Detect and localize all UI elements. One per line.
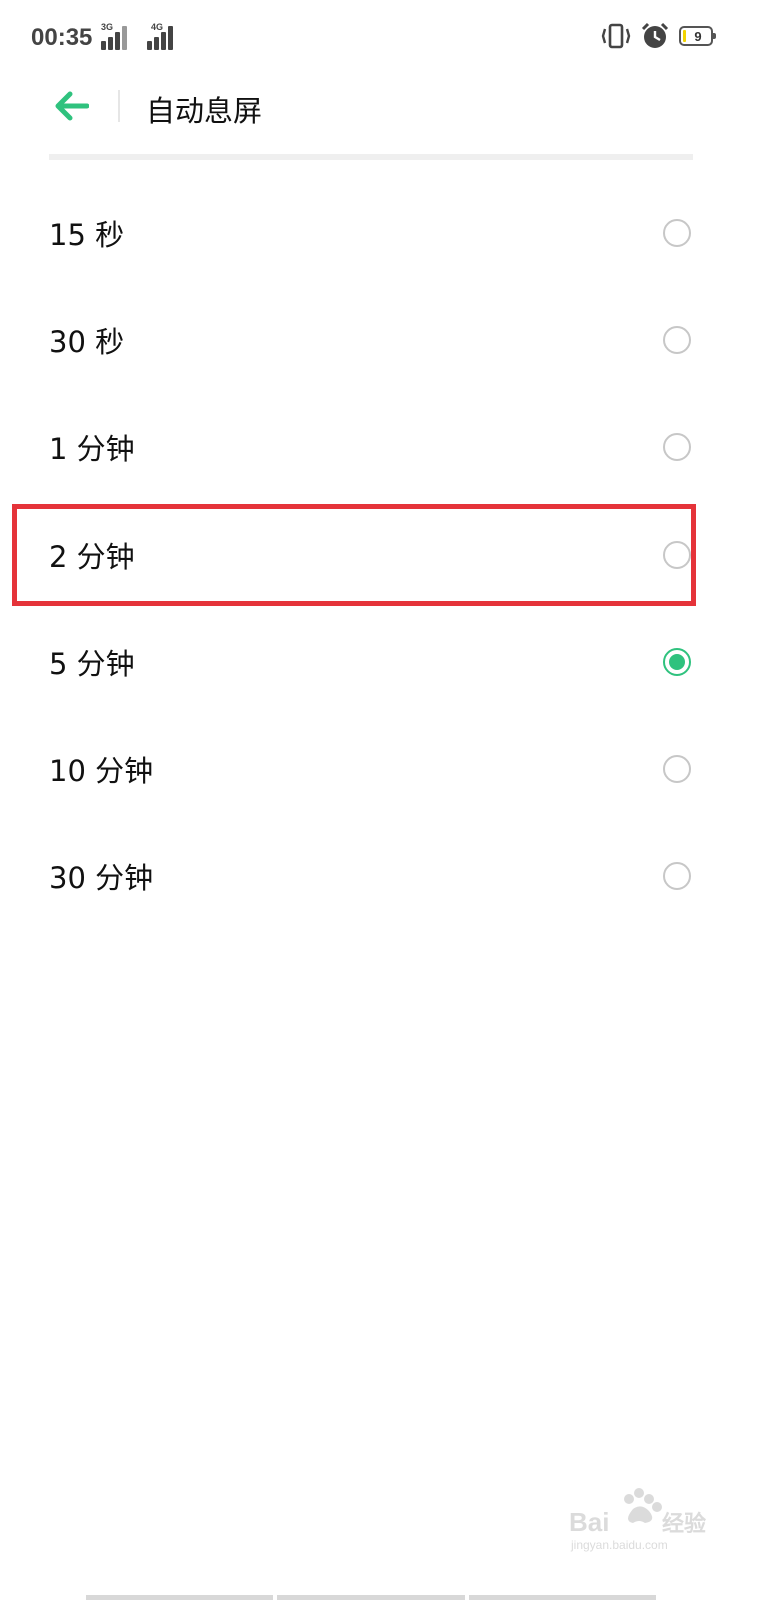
header-divider [118, 90, 120, 122]
signal-3g-icon: 3G [101, 22, 135, 50]
option-label: 1 分钟 [49, 432, 135, 467]
alarm-icon [641, 22, 669, 48]
timeout-option-list: 15 秒 30 秒 1 分钟 2 分钟 5 分钟 10 分钟 30 分钟 [0, 179, 757, 930]
option-5-minutes[interactable]: 5 分钟 [0, 608, 757, 715]
option-15-seconds[interactable]: 15 秒 [0, 179, 757, 286]
signal-4g-label: 4G [151, 22, 164, 32]
svg-text:jingyan.baidu.com: jingyan.baidu.com [570, 1538, 668, 1552]
signal-4g-icon: 4G [147, 22, 181, 50]
signal-3g-label: 3G [101, 22, 114, 32]
option-label: 5 分钟 [49, 646, 135, 681]
option-2-minutes[interactable]: 2 分钟 [0, 501, 757, 608]
status-bar: 00:35 3G 4G 9 [0, 0, 757, 76]
page-title: 自动息屏 [146, 94, 263, 128]
status-time: 00:35 [31, 24, 93, 51]
option-label: 30 秒 [49, 324, 125, 359]
header: 自动息屏 [0, 76, 757, 136]
radio-button-selected[interactable] [663, 647, 691, 676]
battery-level: 9 [694, 28, 702, 44]
option-30-seconds[interactable]: 30 秒 [0, 286, 757, 393]
back-arrow-icon [55, 91, 89, 121]
baidu-watermark-logo: Bai 经验 jingyan.baidu.com [569, 1488, 706, 1552]
back-button[interactable] [48, 86, 94, 126]
option-10-minutes[interactable]: 10 分钟 [0, 715, 757, 822]
radio-button[interactable] [663, 433, 691, 462]
option-label: 15 秒 [49, 217, 125, 252]
vibrate-icon [601, 23, 631, 49]
svg-text:经验: 经验 [662, 1511, 706, 1536]
top-divider [49, 154, 693, 160]
bottom-nav-indicator [86, 1595, 656, 1600]
status-icons: 9 [601, 22, 716, 50]
option-label: 2 分钟 [49, 539, 135, 574]
radio-button[interactable] [663, 325, 691, 354]
radio-button[interactable] [663, 755, 691, 784]
option-30-minutes[interactable]: 30 分钟 [0, 823, 757, 930]
radio-button[interactable] [663, 862, 691, 891]
option-1-minute[interactable]: 1 分钟 [0, 394, 757, 501]
radio-button[interactable] [663, 218, 691, 247]
battery-icon: 9 [679, 26, 716, 46]
radio-button[interactable] [663, 540, 691, 569]
svg-text:Bai: Bai [569, 1507, 609, 1537]
option-label: 10 分钟 [49, 754, 154, 789]
option-label: 30 分钟 [49, 861, 154, 896]
